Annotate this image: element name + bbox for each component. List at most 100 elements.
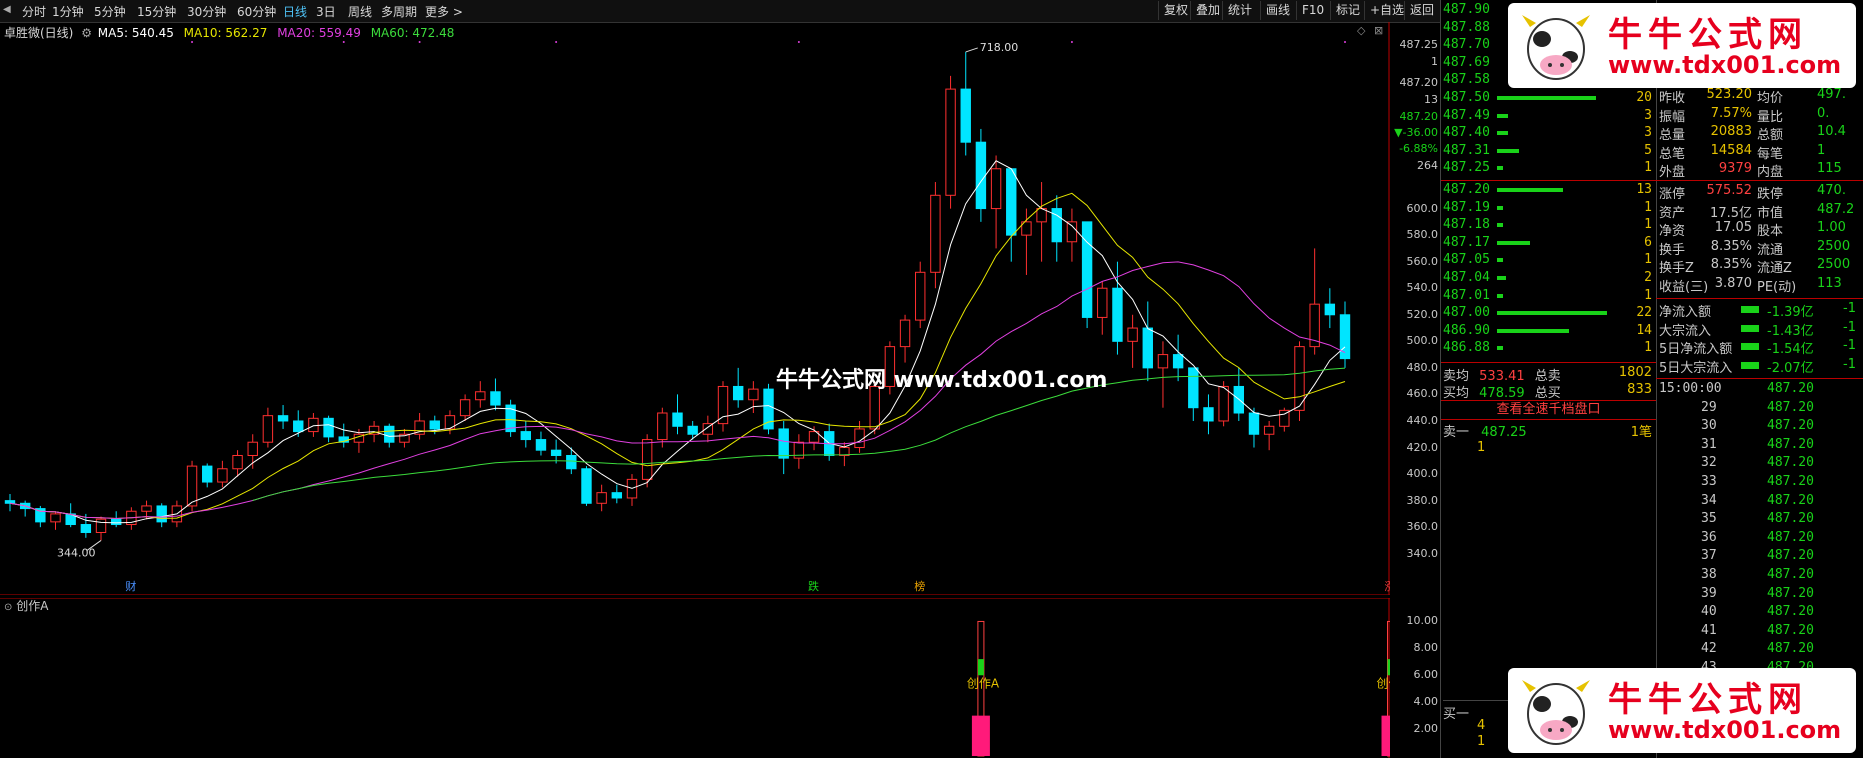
candle [1081, 221, 1093, 329]
orderbook-row[interactable]: 487.05 1 [1441, 252, 1656, 269]
price-tick-label: 380.0 [1406, 493, 1439, 507]
orderbook-row[interactable]: 487.04 2 [1441, 270, 1656, 287]
candlestick-chart[interactable]: 718.00344.00财跌榜涨榜 [0, 22, 1390, 595]
candle [1203, 394, 1214, 435]
candle [323, 415, 334, 443]
orderbook-row[interactable]: 487.18 1 [1441, 217, 1656, 234]
orderbook-row[interactable]: 487.20 13 [1441, 182, 1656, 199]
signal-green-bar [977, 659, 984, 676]
orderbook-row[interactable]: 487.40 3 [1441, 125, 1656, 142]
stat-value: 575.52 [1706, 183, 1753, 198]
orderbook-price: 487.49 [1443, 107, 1490, 123]
tab-more[interactable]: 更多 > [425, 3, 463, 20]
orderbook-row[interactable]: 487.00 22 [1441, 305, 1656, 322]
price-tick-label: 580.0 [1406, 228, 1439, 242]
candle [1157, 341, 1169, 408]
orderbook-row[interactable]: 487.17 6 [1441, 235, 1656, 252]
menu-arrow-icon[interactable]: ◀ [3, 4, 11, 15]
tab-3day[interactable]: 3日 [316, 3, 336, 20]
tape-price: 487.20 [1767, 529, 1814, 545]
axis-top-value: ▼-36.00 [1394, 126, 1438, 139]
stat-value: 17.05 [1714, 220, 1752, 236]
candle-body [748, 388, 759, 401]
tab-intraday[interactable]: 分时 [22, 3, 46, 20]
stat-row: 外盘 9379 内盘 115 [1657, 161, 1863, 180]
back-button[interactable]: 返回 [1404, 1, 1439, 20]
chart-marker[interactable]: 财 [125, 579, 136, 593]
tab-1min[interactable]: 1分钟 [52, 3, 84, 20]
chart-marker[interactable]: 跌 [808, 579, 819, 593]
tape-price: 487.20 [1767, 641, 1814, 657]
avg-block: 卖均 533.41 总卖 1802 买均 478.59 总买 833 [1441, 362, 1656, 401]
stat-key: 总笔 [1659, 146, 1686, 162]
candle [1188, 367, 1199, 421]
fuquan-button[interactable]: 复权 [1158, 1, 1193, 20]
candle [550, 439, 562, 464]
orderbook-row[interactable]: 486.90 14 [1441, 323, 1656, 340]
orderbook-price: 487.69 [1443, 54, 1490, 70]
tape-time: 31 [1701, 436, 1717, 452]
candle [1036, 182, 1047, 262]
orderbook-row[interactable]: 487.19 1 [1441, 200, 1656, 217]
tab-weekly[interactable]: 周线 [348, 3, 372, 20]
stat-value2: 1.00 [1817, 220, 1846, 236]
watermark-title: 牛牛公式网 [1608, 15, 1808, 55]
chart-marker[interactable]: 榜 [914, 579, 925, 593]
tab-5min[interactable]: 5分钟 [94, 3, 126, 20]
view-full-depth-button[interactable]: 查看全速千档盘口 [1441, 400, 1656, 420]
tab-15min[interactable]: 15分钟 [137, 3, 176, 20]
mark-button[interactable]: 标记 [1330, 1, 1365, 20]
statistics-button[interactable]: 统计 [1222, 1, 1257, 20]
candle [186, 460, 198, 512]
buy-total-label: 总买 [1534, 386, 1561, 401]
overlay-button[interactable]: 叠加 [1190, 1, 1225, 20]
candle-body [1172, 354, 1184, 369]
high-label: 718.00 [980, 41, 1019, 54]
stats-divider [1656, 180, 1863, 181]
axis-top-value: 13 [1424, 93, 1438, 106]
f10-button[interactable]: F10 [1296, 1, 1329, 20]
orderbook-row[interactable]: 486.88 1 [1441, 340, 1656, 357]
tape-time: 42 [1701, 641, 1717, 657]
tape-row: 32 487.20 [1657, 455, 1863, 473]
tape-price: 487.20 [1767, 585, 1814, 601]
draw-line-button[interactable]: 画线 [1260, 1, 1295, 20]
top-dot [418, 41, 421, 43]
candle [399, 428, 410, 448]
candle-body [611, 492, 623, 499]
sell1-price: 487.25 [1481, 425, 1527, 440]
chart-marker[interactable]: 涨 [1385, 580, 1390, 593]
stat-value: 3.870 [1714, 276, 1752, 291]
candle-body [672, 412, 683, 427]
orderbook-row[interactable]: 487.25 1 [1441, 160, 1656, 177]
add-watchlist-button[interactable]: +自选 [1364, 1, 1409, 20]
tab-multi-period[interactable]: 多周期 [381, 3, 417, 20]
tab-60min[interactable]: 60分钟 [237, 3, 276, 20]
stat-row: 净资 17.05 股本 1.00 [1657, 220, 1863, 239]
orderbook-row[interactable]: 487.01 1 [1441, 288, 1656, 305]
indicator-chart[interactable]: 创作A 创作A [0, 598, 1390, 758]
flow-value: -1.43亿 [1767, 323, 1814, 339]
stat-key: 涨停 [1659, 187, 1686, 202]
orderbook-price: 487.01 [1443, 287, 1490, 303]
candle-body [156, 505, 167, 523]
flow-key: 5日大宗流入 [1659, 360, 1733, 376]
sell1-qty: 1笔 [1630, 425, 1652, 440]
price-axis: 487.25 1 487.20 13 487.20 ▼-36.00 -6.88% 264 60… [1392, 22, 1440, 597]
candle-body [1097, 287, 1108, 318]
orderbook-row[interactable]: 487.50 20 [1441, 90, 1656, 107]
tape-price: 487.20 [1767, 548, 1814, 564]
buy1-qty1: 4 [1477, 718, 1486, 733]
tape-row: 33 487.20 [1657, 474, 1863, 492]
tab-30min[interactable]: 30分钟 [187, 3, 226, 20]
candle [520, 420, 531, 448]
price-tick-label: 420.0 [1406, 440, 1439, 454]
stat-value: 523.20 [1706, 87, 1753, 102]
flow-row: 净流入额 -1.39亿 -1 [1657, 301, 1863, 320]
tab-daily[interactable]: 日线 [283, 3, 307, 20]
orderbook-row[interactable]: 487.49 3 [1441, 108, 1656, 125]
orderbook-price: 487.20 [1443, 182, 1490, 197]
orderbook-row[interactable]: 487.31 5 [1441, 143, 1656, 160]
stat-value2: 115 [1817, 161, 1842, 177]
price-tick-label: 540.0 [1406, 281, 1439, 295]
